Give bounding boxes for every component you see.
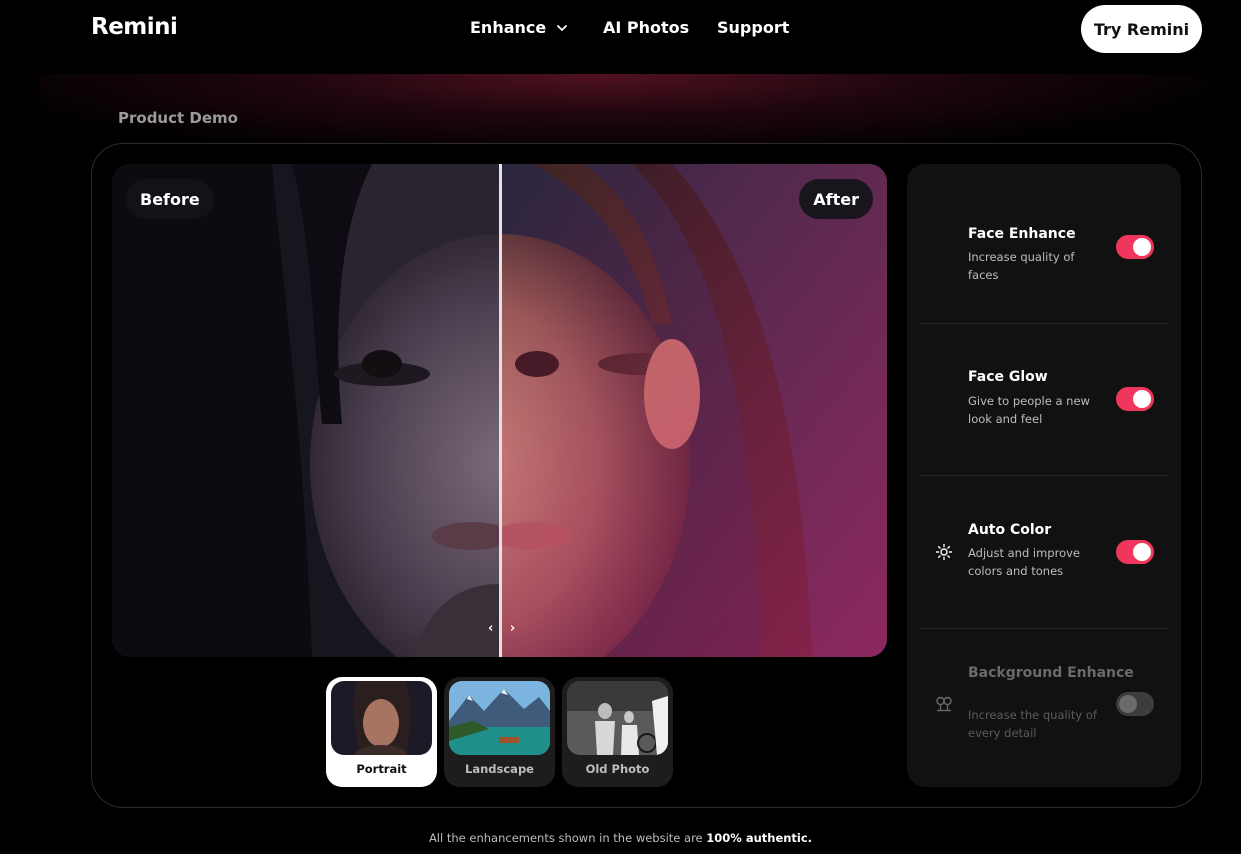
authenticity-note-text: All the enhancements shown in the websit… [428,831,707,845]
nav-support[interactable]: Support [717,18,789,37]
comparison-divider[interactable] [499,164,502,657]
top-nav-bar: Remini Enhance AI Photos Support Try Rem… [0,0,1241,74]
face-enhance-toggle[interactable] [1116,235,1154,259]
chevron-down-icon [557,24,568,31]
sample-landscape-label: Landscape [465,762,534,776]
try-remini-button[interactable]: Try Remini [1081,5,1202,53]
sample-portrait[interactable]: Portrait [326,677,437,787]
old-photo-thumbnail [567,681,668,755]
toggle-knob [1133,238,1151,256]
auto-color-toggle[interactable] [1116,540,1154,564]
toggle-knob [1119,695,1137,713]
option-divider [921,323,1167,324]
toggle-knob [1133,543,1151,561]
option-description: Adjust and improve colors and tones [968,546,1080,578]
landscape-thumbnail [449,681,550,755]
option-title: Face Glow [968,369,1048,385]
slider-handle[interactable]: ‹ › [488,621,521,636]
sun-icon [935,543,953,561]
option-description: Increase quality of faces [968,250,1075,282]
option-description: Give to people a new look and feel [968,394,1090,426]
before-after-viewer[interactable]: Before After ‹ › [112,164,887,657]
enhancement-options-panel: Face Enhance Increase quality of faces F… [907,164,1181,787]
option-title: Face Enhance [968,226,1076,242]
authenticity-note-emphasis: 100% authentic. [706,831,813,845]
background-enhance-toggle[interactable] [1116,692,1154,716]
option-description: Increase the quality of every detail [968,708,1097,740]
option-title: Auto Color [968,522,1052,538]
sample-old-photo[interactable]: Old Photo [562,677,673,787]
nav-ai-photos[interactable]: AI Photos [603,18,689,37]
after-badge: After [799,179,873,219]
option-divider [921,475,1167,476]
option-divider [921,628,1167,629]
nav-enhance-label: Enhance [470,18,547,37]
portrait-thumbnail [331,681,432,755]
face-glow-toggle[interactable] [1116,387,1154,411]
authenticity-note: All the enhancements shown in the websit… [0,831,1241,845]
before-badge: Before [126,179,214,219]
toggle-knob [1133,390,1151,408]
nav-enhance[interactable]: Enhance [470,18,568,37]
remini-logo[interactable]: Remini [91,14,178,40]
sample-portrait-label: Portrait [356,762,407,776]
section-title: Product Demo [118,109,238,127]
trees-icon [936,696,952,712]
sample-old-photo-label: Old Photo [585,762,650,776]
sample-landscape[interactable]: Landscape [444,677,555,787]
option-title: Background Enhance [968,665,1134,681]
